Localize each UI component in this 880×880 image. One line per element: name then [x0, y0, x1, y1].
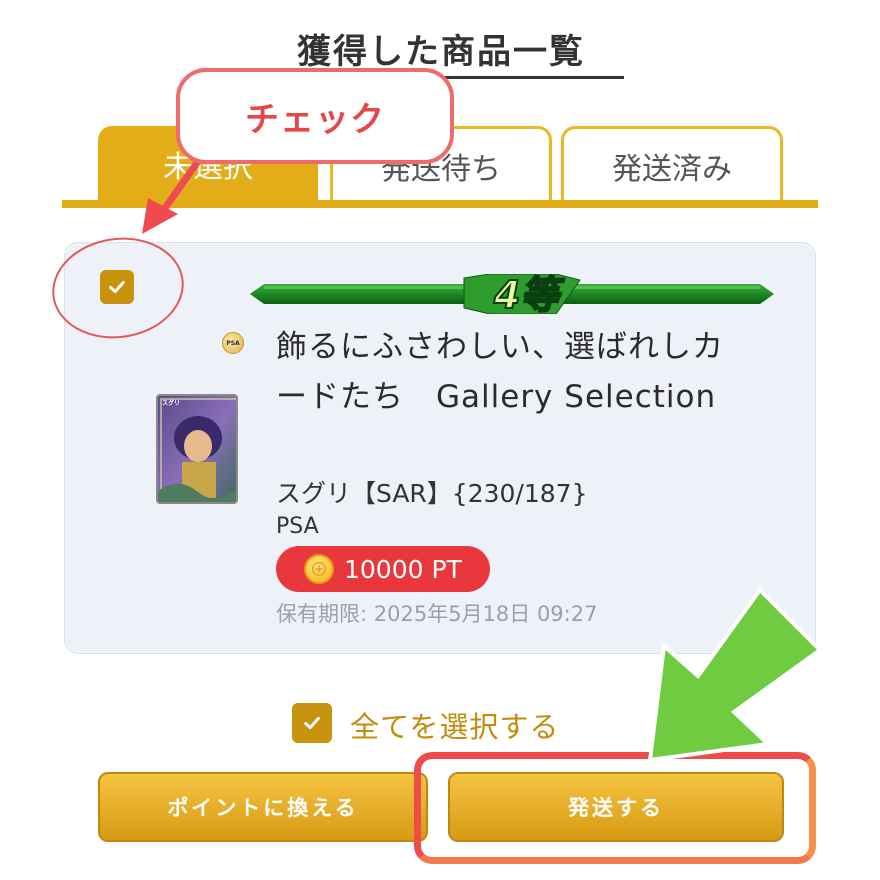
green-arrow-icon: [647, 586, 824, 763]
card-image-name: スグリ: [162, 400, 181, 407]
callout-label: チェック: [245, 99, 385, 140]
callout-bubble: チェック: [176, 68, 454, 164]
callout-arrowhead: [142, 198, 178, 234]
